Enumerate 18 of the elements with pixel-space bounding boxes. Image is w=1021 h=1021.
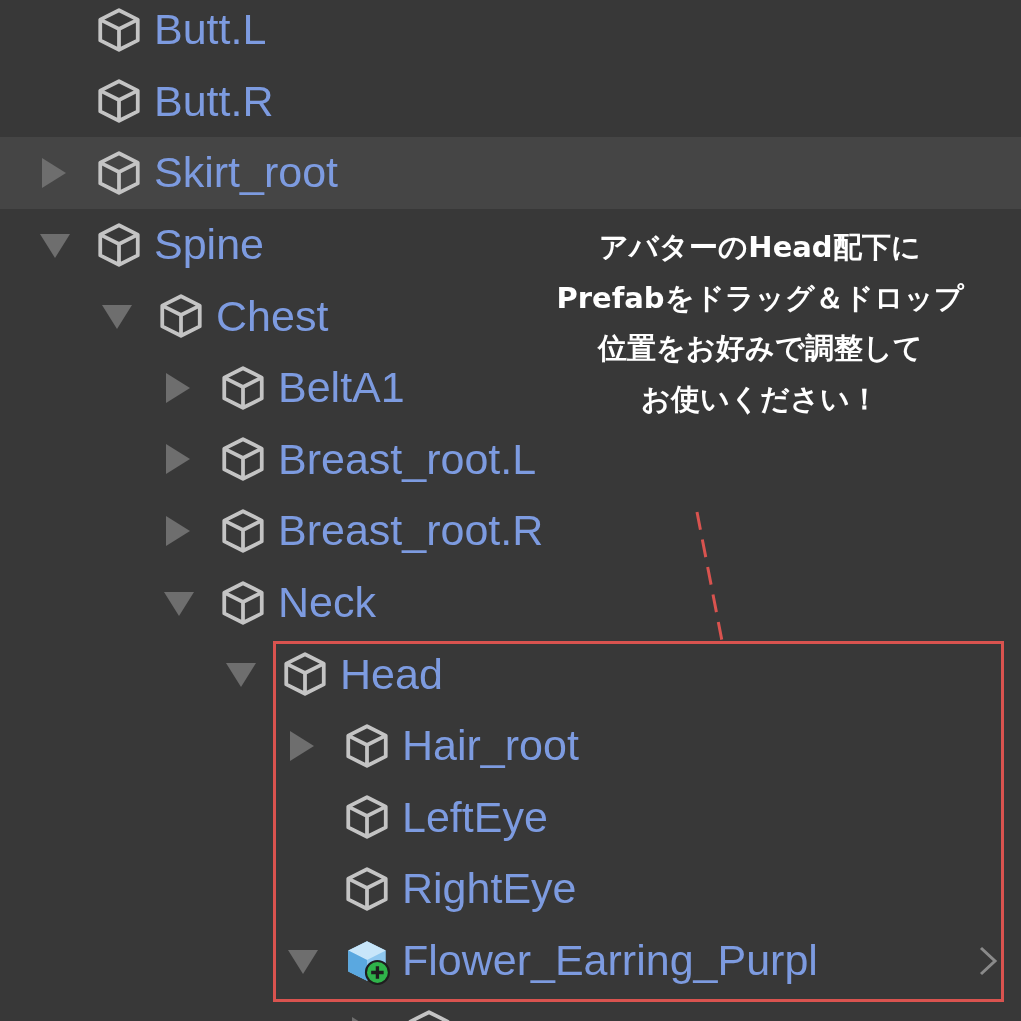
- object-name: Spine: [154, 223, 264, 267]
- annotation-text: 位置をお好みで調整して: [597, 330, 923, 367]
- object-name: Chest: [216, 294, 329, 338]
- object-name: Breast_root.L: [278, 437, 537, 481]
- object-name: Butt.L: [154, 8, 267, 52]
- annotation-text: Prefabをドラッグ＆ドロップ: [556, 279, 964, 317]
- annotation-text: お使いください！: [641, 380, 879, 418]
- object-name: RightEye: [402, 867, 577, 911]
- object-name: Head: [340, 652, 443, 696]
- object-name: Hair_root: [402, 724, 579, 768]
- object-name: Neck: [278, 581, 376, 625]
- object-name: Flower_Earring_Purpl: [402, 939, 818, 982]
- object-name: Butt.R: [154, 79, 274, 123]
- object-name: Breast_root.R: [278, 509, 544, 553]
- annotation-text: アバターのHead配下に: [599, 229, 921, 266]
- object-name: Skirt_root: [154, 151, 338, 195]
- object-name: BeltA1: [278, 366, 405, 410]
- object-name: LeftEye: [402, 795, 548, 839]
